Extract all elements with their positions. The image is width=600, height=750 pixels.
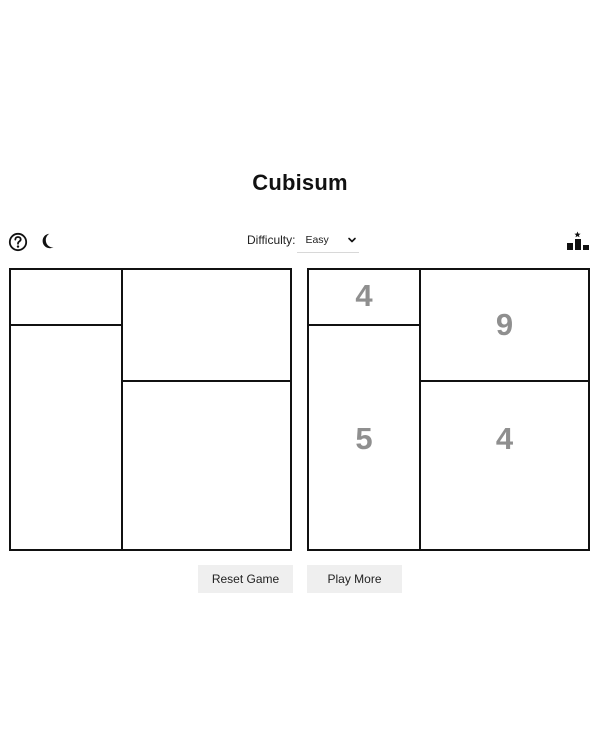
game-title: Cubisum	[252, 170, 348, 195]
solution-region-bottom-right: 4	[421, 382, 588, 549]
play-more-button[interactable]: Play More	[307, 565, 402, 593]
difficulty-selected-value: Easy	[305, 233, 329, 246]
region-value: 5	[355, 421, 373, 456]
reset-game-button[interactable]: Reset Game	[198, 565, 293, 593]
difficulty-select[interactable]: Easy	[297, 227, 360, 253]
puzzle-region-bottom-right[interactable]	[123, 382, 290, 549]
difficulty-control: Difficulty: Easy	[247, 226, 360, 254]
solution-board: 4 5 9 4	[307, 268, 590, 551]
difficulty-label: Difficulty:	[247, 233, 296, 247]
solution-region-top-left: 4	[309, 270, 421, 326]
solution-region-top-right: 9	[421, 270, 588, 382]
solution-region-bottom-left: 5	[309, 326, 421, 549]
moon-icon[interactable]	[39, 232, 57, 250]
chevron-down-icon	[348, 237, 357, 243]
puzzle-region-bottom-left[interactable]	[11, 326, 123, 549]
region-value: 4	[495, 420, 514, 456]
region-value: 4	[355, 278, 373, 313]
region-value: 9	[495, 307, 514, 342]
puzzle-region-top-right[interactable]	[123, 270, 290, 382]
puzzle-region-top-left[interactable]	[11, 270, 123, 326]
help-icon[interactable]	[8, 232, 28, 252]
podium-icon[interactable]	[566, 231, 590, 251]
puzzle-board	[9, 268, 292, 551]
